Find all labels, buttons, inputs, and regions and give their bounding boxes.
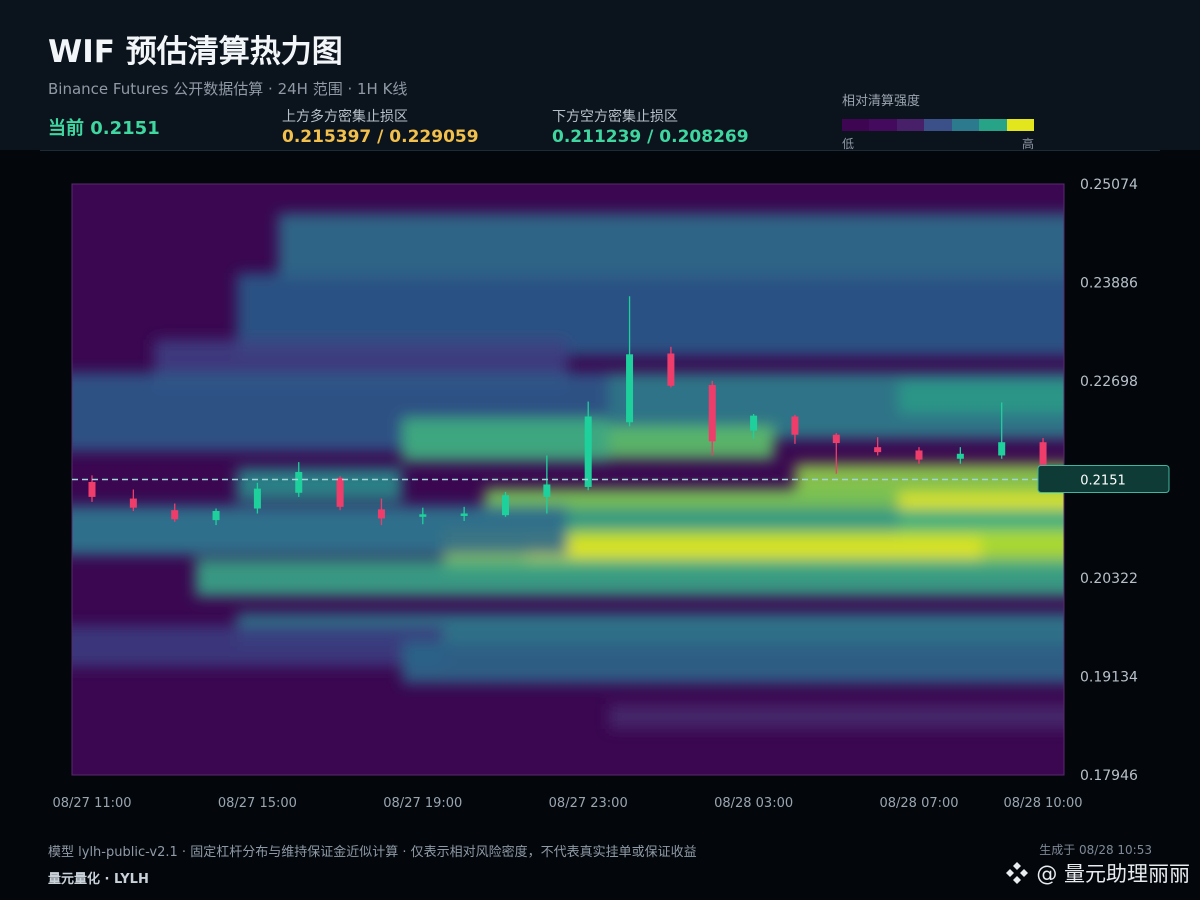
- current-price-tag: 0.2151: [1037, 465, 1170, 493]
- brand-label: 量元量化 · LYLH: [48, 872, 149, 887]
- upper-zone-stat: 上方多方密集止损区 0.215397 / 0.229059: [282, 106, 479, 147]
- heatmap-band-16: [72, 505, 568, 555]
- header: WIF 预估清算热力图 Binance Futures 公开数据估算 · 24H…: [0, 0, 1200, 152]
- candle-body: [874, 447, 882, 453]
- x-tick-label-1: 08/27 15:00: [218, 796, 297, 811]
- x-axis: 08/27 11:00 08/27 15:00 08/27 19:00 08/27 2…: [52, 796, 1082, 811]
- x-tick-label-6: 08/28 10:00: [1004, 796, 1083, 811]
- x-tick-label-3: 08/27 23:00: [549, 796, 628, 811]
- current-price-stat: 当前 0.2151: [48, 118, 160, 139]
- heatmap-band-4: [402, 418, 609, 463]
- heatmap-band-0: [278, 213, 1064, 282]
- legend-swatch-0: [842, 119, 870, 131]
- candle-body: [129, 498, 137, 508]
- legend-title: 相对清算强度: [842, 94, 921, 109]
- y-tick-label-0: 0.25074: [1080, 177, 1138, 193]
- upper-zone-label: 上方多方密集止损区: [282, 109, 408, 125]
- legend-swatch-6: [1006, 119, 1034, 131]
- legend-swatch-5: [979, 119, 1007, 131]
- x-tick-label-0: 08/27 11:00: [52, 796, 131, 811]
- heatmap-band-18: [72, 625, 444, 667]
- legend-swatch-1: [869, 119, 897, 131]
- candle-body: [295, 472, 303, 493]
- liquidation-heatmap-chart: 0.2151 0.25074 0.23886 0.22698 0.20322 0.191…: [52, 177, 1170, 811]
- y-tick-label-4: 0.19134: [1080, 670, 1138, 686]
- legend-color-bar: [842, 119, 1034, 131]
- heatmap-band-7: [898, 380, 1064, 414]
- candle-body: [88, 481, 96, 497]
- candle-body: [791, 416, 799, 435]
- lower-zone-stat: 下方空方密集止损区 0.211239 / 0.208269: [552, 106, 749, 147]
- binance-diamond-icon: [1006, 862, 1029, 884]
- candle-body: [460, 513, 468, 516]
- upper-zone-value: 0.215397 / 0.229059: [282, 127, 479, 147]
- candle-body: [915, 450, 923, 460]
- x-tick-label-4: 08/28 03:00: [714, 796, 793, 811]
- candle-body: [212, 511, 220, 521]
- candle-body: [708, 384, 716, 442]
- page-title: WIF 预估清算热力图: [48, 34, 343, 70]
- watermark-text: @ 量元助理丽丽: [1036, 862, 1190, 886]
- heatmap-band-6: [608, 426, 775, 460]
- candle-body: [956, 453, 964, 459]
- legend-swatch-4: [951, 119, 980, 131]
- lower-zone-value: 0.211239 / 0.208269: [552, 127, 749, 147]
- y-tick-label-3: 0.20322: [1080, 571, 1138, 587]
- candle-body: [502, 495, 509, 516]
- watermark: @ 量元助理丽丽: [1004, 858, 1190, 888]
- candle-body: [419, 514, 427, 517]
- generated-time: 生成于 08/28 10:53: [1039, 843, 1152, 857]
- lower-zone-label: 下方空方密集止损区: [552, 109, 678, 125]
- heatmap-band-8: [236, 467, 403, 502]
- y-tick-label-5: 0.17946: [1080, 768, 1138, 784]
- candle-body: [377, 509, 385, 519]
- x-tick-label-5: 08/28 07:00: [879, 796, 958, 811]
- candle-body: [253, 488, 261, 509]
- candle-10: [502, 491, 509, 517]
- y-tick-label-1: 0.23886: [1080, 276, 1138, 292]
- candle-body: [171, 510, 179, 520]
- x-tick-label-2: 08/27 19:00: [383, 796, 462, 811]
- candle-6: [336, 476, 344, 511]
- candle-body: [543, 484, 551, 497]
- candle-body: [750, 415, 758, 431]
- heatmap-band-15: [195, 559, 1064, 597]
- candle-body: [626, 354, 634, 423]
- legend-swatch-3: [924, 119, 952, 131]
- footer-note: 模型 lylh-public-v2.1 · 固定杠杆分布与维持保证金近似计算 ·…: [48, 845, 697, 860]
- candle-body: [998, 442, 1006, 456]
- intensity-legend: 相对清算强度 低 高: [842, 90, 1034, 152]
- page-subtitle: Binance Futures 公开数据估算 · 24H 范围 · 1H K线: [48, 80, 408, 98]
- heatmap-band-20: [608, 704, 1064, 730]
- candle-body: [584, 416, 592, 487]
- current-price-tag-text: 0.2151: [1080, 474, 1126, 489]
- candle-body: [832, 434, 840, 444]
- legend-swatch-2: [896, 119, 925, 131]
- y-tick-label-2: 0.22698: [1080, 374, 1138, 390]
- candle-body: [667, 353, 675, 386]
- heatmap-band-19: [402, 642, 1064, 684]
- candle-body: [336, 477, 344, 507]
